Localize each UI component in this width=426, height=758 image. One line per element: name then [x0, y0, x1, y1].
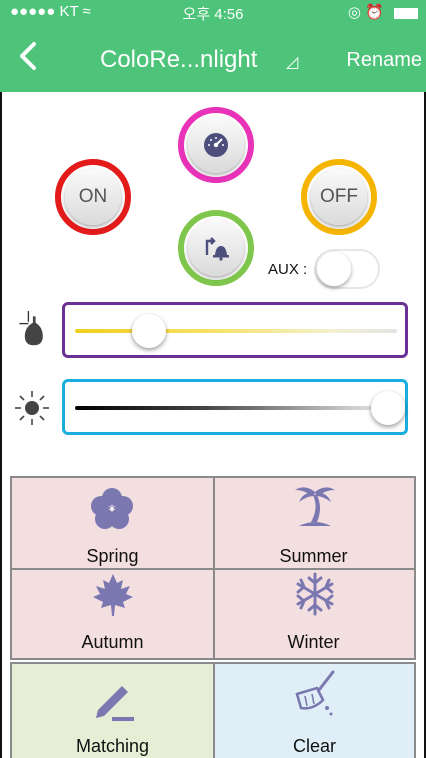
season-winter[interactable]: Winter: [213, 568, 414, 658]
action-row: Matching Clear: [10, 662, 416, 758]
timer-button[interactable]: [178, 107, 254, 183]
brightness-slider-frame: [62, 379, 408, 435]
season-spring[interactable]: * Spring: [12, 478, 213, 568]
status-right-icons: ◎ ⏰: [348, 3, 418, 21]
color-temperature-thumb[interactable]: [132, 314, 166, 348]
color-temperature-slider-frame: [62, 302, 408, 358]
clear-label: Clear: [292, 736, 336, 756]
chevron-left-icon: [20, 42, 36, 70]
season-autumn[interactable]: Autumn: [12, 568, 213, 658]
bell-repeat-icon: [205, 237, 229, 261]
scene-button[interactable]: [178, 210, 254, 286]
off-button-label: OFF: [311, 169, 367, 225]
back-button[interactable]: [14, 38, 46, 74]
nav-title[interactable]: ColoRe...nlight: [100, 46, 257, 74]
timer-dial-icon: [204, 133, 228, 157]
season-spring-label: Spring: [86, 546, 139, 566]
color-temperature-track[interactable]: [75, 329, 397, 333]
on-button[interactable]: ON: [55, 159, 131, 235]
broom-icon: [295, 670, 335, 716]
aux-toggle[interactable]: [314, 249, 380, 289]
matching-label: Matching: [75, 736, 150, 756]
season-autumn-label: Autumn: [81, 632, 144, 652]
alarm-icons: ◎ ⏰: [347, 4, 384, 21]
rename-button[interactable]: Rename: [346, 49, 422, 72]
svg-text:*: *: [109, 503, 116, 519]
matching-button[interactable]: Matching: [12, 664, 213, 758]
palm-tree-icon: [295, 487, 335, 526]
scene-button-face: [188, 220, 244, 276]
aux-label: AUX :: [268, 261, 308, 278]
off-button[interactable]: OFF: [301, 159, 377, 235]
aux-toggle-knob[interactable]: [317, 252, 351, 286]
pencil-icon: [96, 686, 134, 721]
season-winter-label: Winter: [287, 632, 340, 652]
flower-icon: *: [91, 488, 133, 529]
timer-button-face: [188, 117, 244, 173]
season-summer[interactable]: Summer: [213, 478, 414, 568]
title-caret-icon[interactable]: ◿: [286, 52, 298, 72]
season-grid: * Spring Summer Autumn Winter: [10, 476, 416, 660]
snowflake-icon: [296, 572, 334, 616]
season-summer-label: Summer: [279, 546, 348, 566]
battery-icon: [394, 7, 418, 19]
bulb-icon: [19, 311, 43, 346]
sun-icon: [15, 391, 49, 425]
brightness-thumb[interactable]: [371, 391, 405, 425]
on-button-label: ON: [65, 169, 121, 225]
clear-button[interactable]: Clear: [213, 664, 414, 758]
maple-leaf-icon: [93, 574, 133, 616]
status-bar: ●●●●● KT ≈ 오후 4:56 ◎ ⏰: [0, 0, 426, 24]
top-bar: ●●●●● KT ≈ 오후 4:56 ◎ ⏰ ColoRe...nlight ◿…: [0, 0, 426, 92]
brightness-track[interactable]: [75, 406, 397, 410]
